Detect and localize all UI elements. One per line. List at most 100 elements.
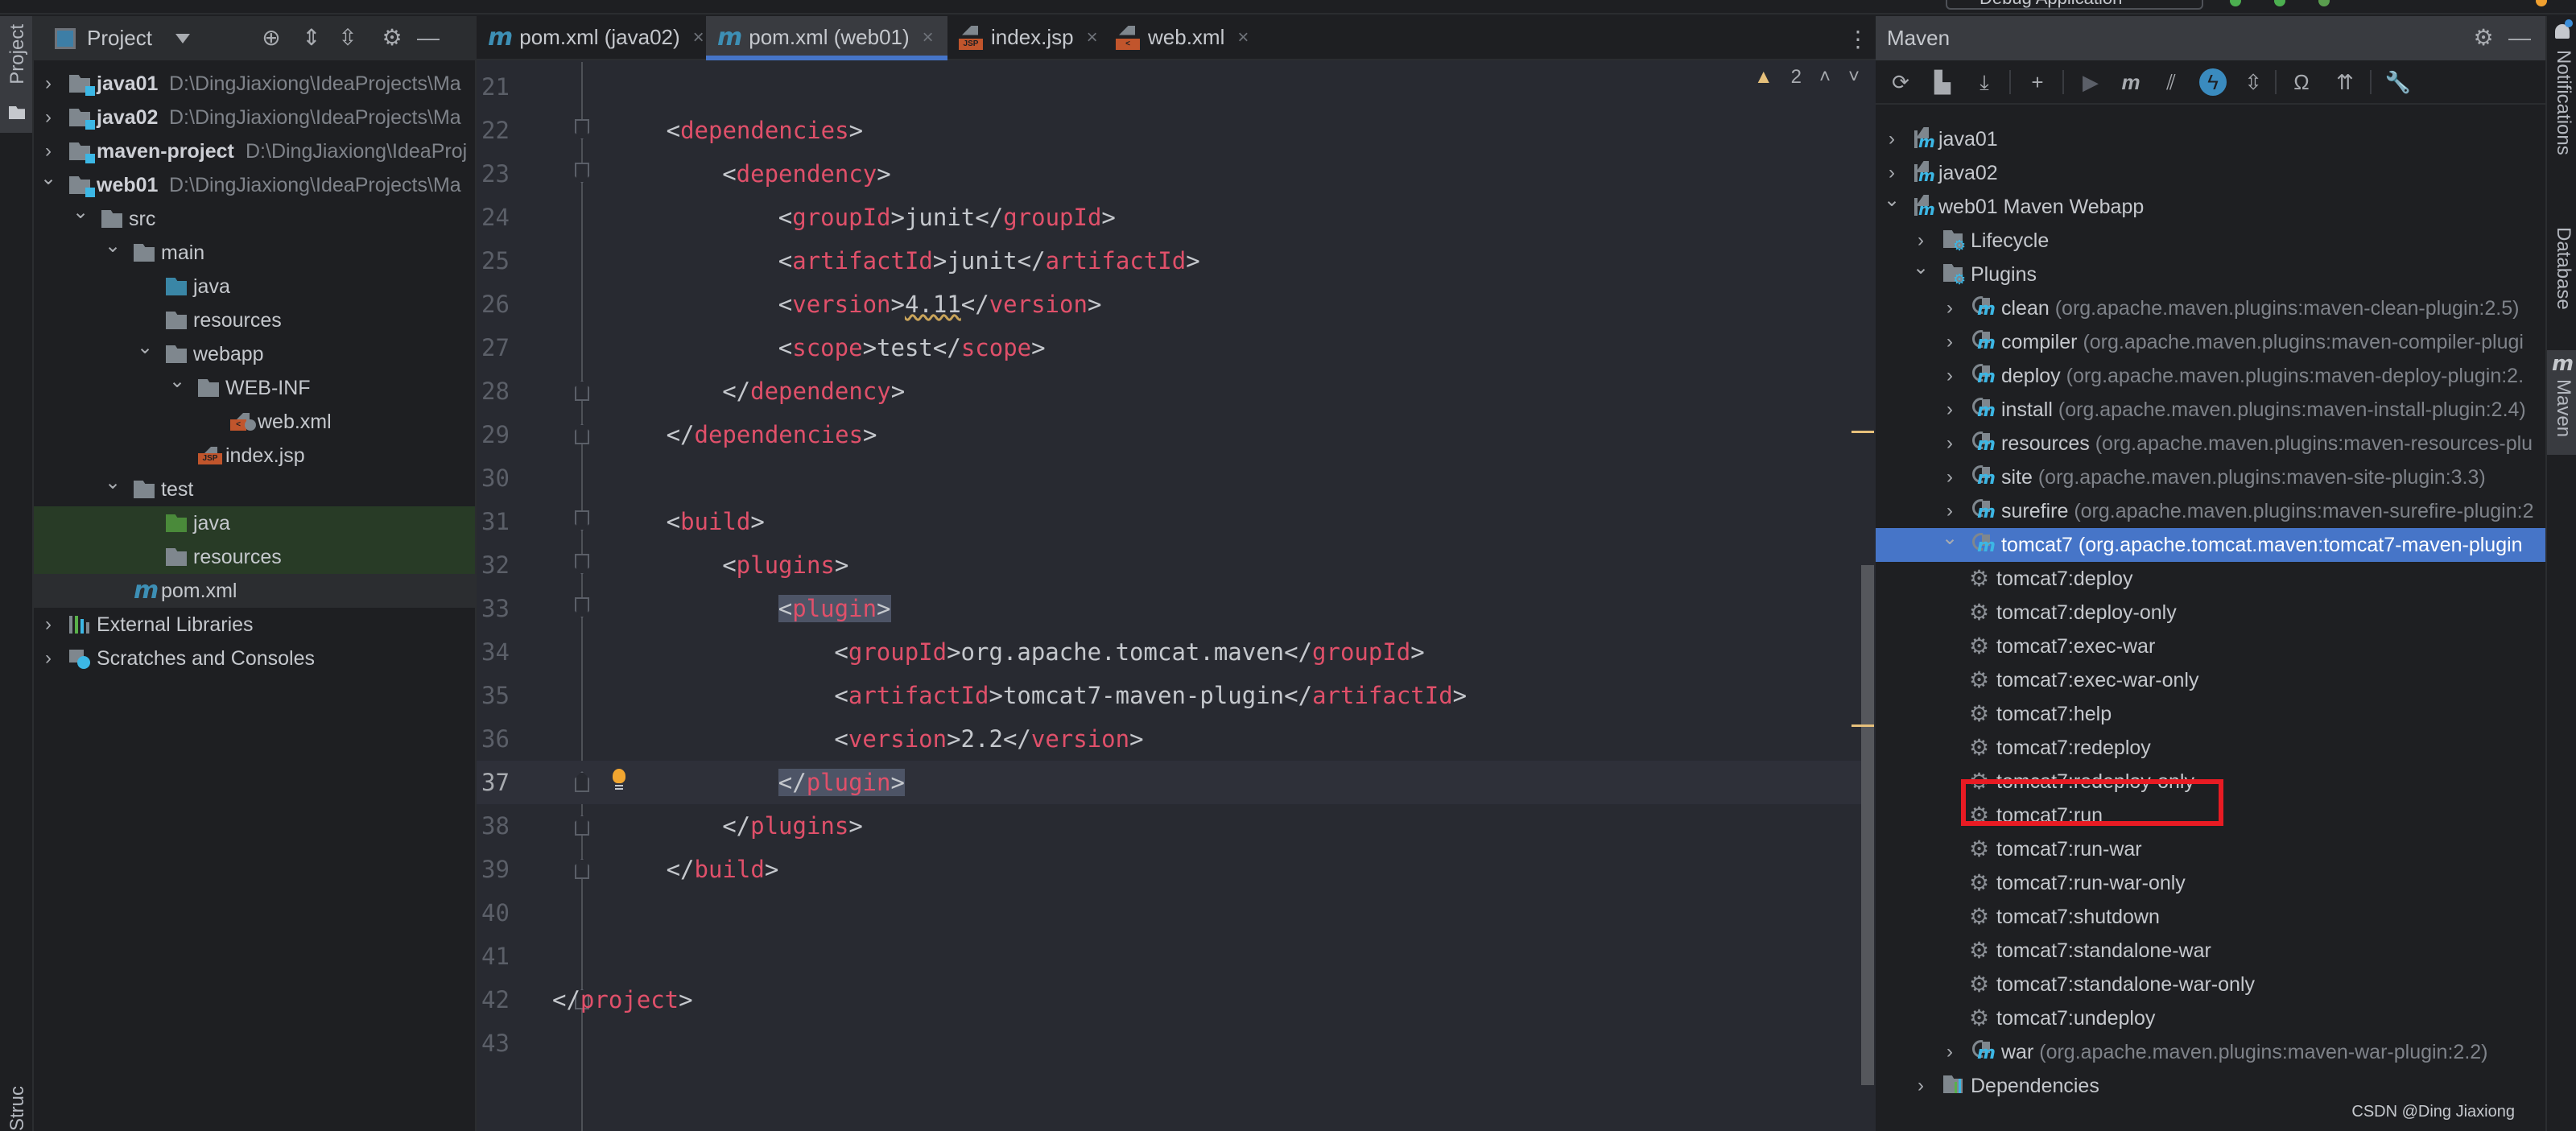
close-icon[interactable]: × [923, 27, 934, 49]
maven-goal-item[interactable]: ⚙ tomcat7:deploy-only [1876, 596, 2545, 629]
locate-icon[interactable]: ⊕ [259, 26, 283, 50]
code-line[interactable]: 39 </build> [477, 848, 1866, 891]
show-diagram-icon[interactable]: ⇈ [2331, 68, 2359, 96]
project-tree-item[interactable]: › maven-project D:\DingJiaxiong\IdeaProj [34, 134, 475, 168]
chevron-right-icon[interactable]: › [1942, 393, 1958, 427]
code-line[interactable]: 23 <dependency> [477, 152, 1866, 196]
project-tree-item[interactable]: › java01 D:\DingJiaxiong\IdeaProjects\Ma [34, 67, 475, 101]
project-tree-item[interactable]: ⌄ test [34, 473, 475, 506]
chevron-down-icon[interactable]: ⌄ [40, 168, 56, 196]
project-tree-item[interactable]: java [34, 270, 475, 303]
chevron-right-icon[interactable]: › [1942, 494, 1958, 528]
maven-goal-item[interactable]: ⚙ tomcat7:undeploy [1876, 1001, 2545, 1035]
chevron-right-icon[interactable]: › [1913, 1069, 1929, 1103]
settings-wrench-icon[interactable]: 🔧 [2384, 68, 2412, 96]
project-tree-item[interactable]: › External Libraries [34, 608, 475, 642]
maven-tree-item[interactable]: › m java02 [1876, 156, 2545, 190]
collapse-all-icon[interactable]: ⇳ [336, 26, 360, 50]
chevron-right-icon[interactable]: › [1913, 224, 1929, 258]
code-line[interactable]: 35 <artifactId>tomcat7-maven-plugin</arti… [477, 674, 1866, 717]
maven-tree-item[interactable]: ⌄ m tomcat7 (org.apache.tomcat.maven:tomca… [1876, 528, 2545, 562]
warning-stripe-marker[interactable] [1852, 724, 1874, 727]
code-line[interactable]: 42 </project> [477, 978, 1866, 1022]
chevron-down-icon[interactable]: ⌄ [1942, 528, 1958, 555]
code-line[interactable]: 28 </dependency> [477, 369, 1866, 413]
code-line[interactable]: 21 [477, 65, 1866, 109]
chevron-down-icon[interactable]: ⌄ [105, 236, 121, 263]
fold-open-icon[interactable] [575, 554, 589, 575]
code-line[interactable]: 33 <plugin> [477, 587, 1866, 630]
fold-close-icon[interactable] [575, 815, 589, 836]
warning-stripe-marker[interactable] [1852, 431, 1874, 433]
project-tree-item[interactable]: resources [34, 303, 475, 337]
code-line[interactable]: 22 <dependencies> [477, 109, 1866, 152]
editor-scrollbar-thumb[interactable] [1861, 565, 1874, 1085]
generate-sources-icon[interactable]: ▙ [1929, 68, 1956, 96]
project-tree-item[interactable]: ⌄ webapp [34, 337, 475, 371]
notifications-tool-tab[interactable]: Notifications [2552, 50, 2574, 155]
chevron-right-icon[interactable]: › [40, 134, 56, 168]
minimize-icon[interactable]: — [2508, 26, 2532, 50]
project-tree-item[interactable]: resources [34, 540, 475, 574]
maven-tree-item[interactable]: › m compiler (org.apache.maven.plugins:mav… [1876, 325, 2545, 359]
run-icon[interactable] [2230, 0, 2241, 6]
lightbulb-icon[interactable] [612, 769, 626, 790]
analyze-dependencies-icon[interactable]: Ω [2288, 68, 2315, 96]
code-line[interactable]: 41 [477, 935, 1866, 978]
execute-goal-icon[interactable]: m [2117, 68, 2145, 96]
fold-close-icon[interactable] [575, 423, 589, 444]
code-line[interactable]: 32 <plugins> [477, 543, 1866, 587]
fold-close-icon[interactable] [575, 771, 589, 792]
maven-tree-item[interactable]: › m surefire (org.apache.maven.plugins:mav… [1876, 494, 2545, 528]
structure-tool-tab[interactable]: Structure [6, 1087, 29, 1131]
code-line[interactable]: 34 <groupId>org.apache.tomcat.maven</grou… [477, 630, 1866, 674]
download-icon[interactable]: ⤓ [1971, 68, 1998, 96]
chevron-right-icon[interactable]: › [1884, 122, 1900, 156]
chevron-right-icon[interactable]: › [40, 642, 56, 675]
fold-open-icon[interactable] [575, 163, 589, 184]
database-tool-tab[interactable]: Database [2552, 227, 2574, 310]
maven-goal-item[interactable]: ⚙ tomcat7:run-war [1876, 832, 2545, 866]
maven-tree-item[interactable]: › m war (org.apache.maven.plugins:maven-wa… [1876, 1035, 2545, 1069]
maven-goal-item[interactable]: ⚙ tomcat7:run-war-only [1876, 866, 2545, 900]
code-line[interactable]: 30 [477, 456, 1866, 500]
maven-tree-item[interactable]: › m resources (org.apache.maven.plugins:ma… [1876, 427, 2545, 460]
chevron-down-icon[interactable]: ⌄ [72, 202, 89, 229]
chevron-down-icon[interactable]: ⌄ [137, 337, 153, 365]
maven-goal-item[interactable]: ⚙ tomcat7:exec-war [1876, 629, 2545, 663]
maven-tree-item[interactable]: ⌄ ⚙ Plugins [1876, 258, 2545, 291]
maven-goal-item[interactable]: ⚙ tomcat7:deploy [1876, 562, 2545, 596]
project-tree-item[interactable]: JSP index.jsp [34, 439, 475, 473]
maven-goal-item[interactable]: ⚙ tomcat7:help [1876, 697, 2545, 731]
chevron-down-icon[interactable]: ⌄ [1913, 258, 1929, 285]
code-area[interactable]: 21 22 <dependencies> 23 <dependency> 24 <group… [477, 62, 1866, 1131]
gear-icon[interactable]: ⚙ [380, 26, 404, 50]
project-tree-item[interactable]: < web.xml [34, 405, 475, 439]
maven-tree-item[interactable]: ⌄ m web01 Maven Webapp [1876, 190, 2545, 224]
maven-goal-item[interactable]: ⚙ tomcat7:exec-war-only [1876, 663, 2545, 697]
reload-icon[interactable]: ⟳ [1887, 68, 1914, 96]
editor-tab[interactable]: JSP index.jsp × [947, 16, 1104, 59]
code-line[interactable]: 43 [477, 1022, 1866, 1065]
chevron-right-icon[interactable]: › [40, 608, 56, 642]
chevron-right-icon[interactable]: › [40, 67, 56, 101]
project-tree-item[interactable]: › java02 D:\DingJiaxiong\IdeaProjects\Ma [34, 101, 475, 134]
maven-tree-item[interactable]: › m deploy (org.apache.maven.plugins:maven… [1876, 359, 2545, 393]
code-line[interactable]: 26 <version>4.11</version> [477, 283, 1866, 326]
close-icon[interactable]: × [1237, 27, 1249, 49]
project-tree-item[interactable]: ⌄ web01 D:\DingJiaxiong\IdeaProjects\Ma [34, 168, 475, 202]
project-tree-item[interactable]: ⌄ src [34, 202, 475, 236]
chevron-down-icon[interactable]: ⌄ [1884, 190, 1900, 217]
chevron-right-icon[interactable]: › [1942, 359, 1958, 393]
add-icon[interactable]: + [2024, 68, 2051, 96]
debug-icon[interactable] [2274, 0, 2285, 6]
gear-icon[interactable]: ⚙ [2471, 26, 2496, 50]
run-configuration-selector[interactable]: Debug Application [1946, 0, 2203, 10]
code-line[interactable]: 40 [477, 891, 1866, 935]
skip-tests-icon[interactable]: ⫽ [2157, 68, 2185, 96]
code-line[interactable]: 36 <version>2.2</version> [477, 717, 1866, 761]
project-tool-tab[interactable]: Project [0, 16, 32, 133]
project-tree-item[interactable]: m pom.xml [34, 574, 475, 608]
chevron-down-icon[interactable]: ⌄ [169, 371, 185, 398]
fold-open-icon[interactable] [575, 597, 589, 618]
